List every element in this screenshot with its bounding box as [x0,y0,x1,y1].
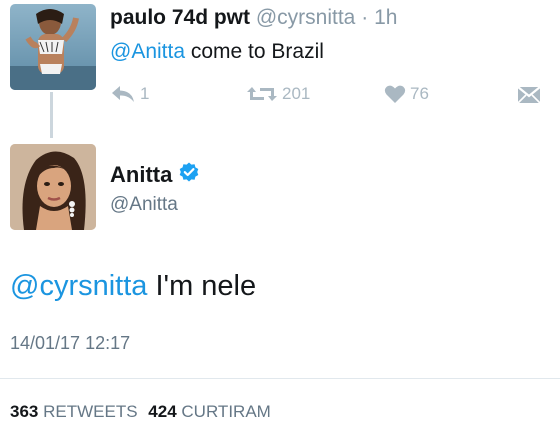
main-author-handle[interactable]: @Anitta [110,194,178,216]
reply-mention-link[interactable]: @Anitta [110,40,185,63]
reply-author-name[interactable]: paulo 74d pwt [110,6,250,29]
main-author-name[interactable]: Anitta [110,162,172,188]
verified-badge-icon [172,162,199,188]
reply-text-body: come to Brazil [185,40,324,63]
likes-count: 424 [148,402,177,421]
main-tweet-text: @cyrsnitta I'm nele [10,270,256,303]
likes-label: CURTIRAM [181,402,271,421]
likes-stat[interactable]: 424 CURTIRAM [148,402,271,421]
reply-tweet[interactable]: paulo 74d pwt @cyrsnitta · 1h @Anitta co… [0,0,560,138]
like-count: 76 [410,84,429,103]
reply-count: 1 [140,84,150,103]
header-separator: · [361,6,369,29]
main-tweet-date: 14/01/17 12:17 [10,333,131,353]
direct-message-icon [516,84,542,106]
reply-action[interactable]: 1 [110,84,149,104]
retweets-stat[interactable]: 363 RETWEETS [10,402,138,421]
retweets-count: 363 [10,402,39,421]
retweet-count: 201 [282,84,311,103]
reply-author-handle[interactable]: @cyrsnitta [256,6,356,29]
retweets-label: RETWEETS [43,402,138,421]
main-tweet-text-body: I'm nele [147,270,257,302]
reply-icon [110,85,136,103]
stats-divider [0,378,560,379]
retweet-icon [246,84,278,104]
reply-action-bar: 1 201 76 [110,84,550,112]
main-mention-link[interactable]: @cyrsnitta [10,270,147,302]
reply-header: paulo 74d pwt @cyrsnitta · 1h [110,6,397,30]
tweet-stats: 363 RETWEETS 424 CURTIRAM [10,402,271,422]
heart-icon [384,84,406,104]
main-author-avatar[interactable] [10,144,96,230]
reply-timestamp[interactable]: 1h [374,6,397,29]
main-author-name-row: Anitta [110,162,199,188]
thread-connector-line [50,92,53,138]
like-action[interactable]: 76 [384,84,429,104]
direct-message-action[interactable] [516,84,542,106]
retweet-action[interactable]: 201 [246,84,310,104]
reply-author-avatar[interactable] [10,4,96,90]
reply-text: @Anitta come to Brazil [110,40,324,64]
